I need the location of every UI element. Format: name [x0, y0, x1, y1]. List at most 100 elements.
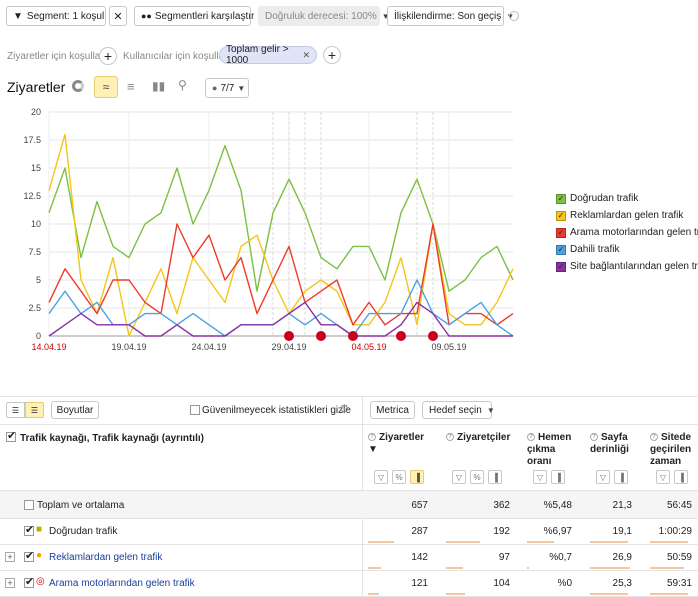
expand-button[interactable]: +	[5, 552, 15, 562]
funnel-icon[interactable]: ▽	[374, 470, 388, 484]
table-cell: %0,7	[549, 552, 572, 563]
legend-checkbox[interactable]: ✓	[556, 261, 566, 272]
column-header[interactable]: ? Sayfa derinliği	[590, 432, 636, 456]
divider	[0, 424, 698, 425]
column-header[interactable]: ? Hemen çıkma oranı	[527, 432, 576, 468]
dimension-checkbox[interactable]	[6, 429, 16, 442]
tree-list-button[interactable]: ☰	[25, 402, 44, 418]
row-label[interactable]: Reklamlardan gelen trafik	[49, 552, 162, 563]
funnel-icon[interactable]: ▽	[596, 470, 610, 484]
table-cell: 50:59	[666, 552, 692, 563]
row-checkbox[interactable]	[24, 549, 34, 562]
gear-icon[interactable]: ⚙	[339, 402, 350, 416]
column-header-label: Ziyaretler ▼	[368, 432, 425, 455]
help-icon[interactable]: ?	[590, 433, 598, 442]
legend-item[interactable]: ✓ Reklamlardan gelen trafik	[556, 210, 683, 221]
table-cell: %5,48	[543, 500, 572, 511]
flat-list-button[interactable]: ☰	[6, 402, 25, 418]
series-line	[48, 144, 514, 292]
legend-checkbox[interactable]: ✓	[556, 227, 566, 238]
x-tick-label: 04.05.19	[351, 342, 386, 352]
legend-item[interactable]: ✓ Doğrudan trafik	[556, 193, 638, 204]
metrics-button[interactable]: Metrica	[370, 401, 415, 419]
percent-icon[interactable]: %	[392, 470, 406, 484]
column-header-label: Ziyaretçiler	[457, 432, 511, 443]
table-cell: 142	[411, 552, 428, 563]
value-bar	[527, 541, 554, 543]
legend-label: Reklamlardan gelen trafik	[570, 210, 684, 221]
legend-label: Doğrudan trafik	[570, 193, 639, 204]
legend-item[interactable]: ✓ Dahili trafik	[556, 244, 619, 255]
holiday-badge	[284, 331, 294, 341]
x-tick-label: 09.05.19	[431, 342, 466, 352]
table-cell: 25,3	[612, 578, 632, 589]
y-tick-label: 7.5	[28, 247, 41, 257]
funnel-icon[interactable]: ▽	[533, 470, 547, 484]
y-tick-label: 0	[36, 331, 41, 341]
help-icon[interactable]: ?	[368, 433, 376, 442]
legend-checkbox[interactable]: ✓	[556, 193, 566, 204]
help-icon[interactable]: ?	[650, 433, 658, 442]
value-bar	[368, 541, 394, 543]
table-cell: %0	[557, 578, 572, 589]
series-line	[48, 133, 514, 337]
column-header[interactable]: ? Sitede geçirilen zaman	[650, 432, 696, 468]
expand-button[interactable]: +	[5, 578, 15, 588]
column-header[interactable]: ? Ziyaretler ▼	[368, 432, 432, 456]
help-icon[interactable]: ?	[446, 433, 454, 442]
dimension-header[interactable]: Trafik kaynağı, Trafik kaynağı (ayrıntıl…	[20, 433, 204, 445]
percent-icon[interactable]: %	[470, 470, 484, 484]
hide-unreliable-label: Güvenilmeyecek istatistikleri gizle	[202, 405, 351, 416]
y-tick-label: 20	[31, 107, 41, 117]
help-icon[interactable]: ?	[527, 433, 535, 442]
bar-chart-icon[interactable]: ▐	[614, 470, 628, 484]
legend-item[interactable]: ✓ Arama motorlarından gelen trafik	[556, 227, 698, 238]
funnel-icon[interactable]: ▽	[452, 470, 466, 484]
row-label: Doğrudan trafik	[49, 526, 118, 537]
hide-unreliable-checkbox[interactable]	[190, 405, 200, 415]
ad-traffic-icon: ●	[36, 550, 43, 561]
value-bar	[590, 567, 630, 569]
row-checkbox[interactable]	[24, 575, 34, 588]
table-cell: 59:31	[666, 578, 692, 589]
value-bar	[650, 567, 684, 569]
legend-item[interactable]: ✓ Site bağlantılarından gelen trafik	[556, 261, 698, 272]
table-cell: 657	[411, 500, 428, 511]
bar-chart-icon[interactable]: ▐	[674, 470, 688, 484]
column-header[interactable]: ? Ziyaretçiler	[446, 432, 514, 444]
holiday-badge	[396, 331, 406, 341]
table-cell: 192	[493, 526, 510, 537]
table-cell: 97	[498, 552, 510, 563]
value-bar	[368, 593, 379, 595]
row-label: Toplam ve ortalama	[37, 500, 125, 511]
line-chart[interactable]: 0 2.5 5 7.5 10 12.5 15 17.5 20 14.04.19 19.04.19 24…	[0, 0, 698, 360]
table-cell: 56:45	[666, 500, 692, 511]
bar-chart-icon[interactable]: ▐	[410, 470, 424, 484]
search-icon: ◎	[36, 576, 45, 587]
table-cell: 19,1	[612, 526, 632, 537]
dimensions-button[interactable]: Boyutlar	[51, 401, 99, 419]
goal-button[interactable]: Hedef seçin ▼	[422, 401, 495, 419]
legend-checkbox[interactable]: ✓	[556, 210, 566, 221]
direct-traffic-icon: ■	[36, 524, 43, 535]
row-label[interactable]: Arama motorlarından gelen trafik	[49, 578, 195, 589]
legend-label: Arama motorlarından gelen trafik	[570, 227, 698, 238]
row-checkbox[interactable]	[24, 523, 34, 536]
legend-checkbox[interactable]: ✓	[556, 244, 566, 255]
bar-chart-icon[interactable]: ▐	[488, 470, 502, 484]
view-toggle-group: ☰ ☰	[6, 402, 44, 418]
table-cell: 121	[411, 578, 428, 589]
value-bar	[527, 567, 529, 569]
bar-chart-icon[interactable]: ▐	[551, 470, 565, 484]
goal-label: Hedef seçin	[429, 404, 482, 416]
series-line	[48, 301, 513, 337]
table-cell: 287	[411, 526, 428, 537]
row-checkbox[interactable]	[24, 500, 34, 510]
legend-label: Dahili trafik	[570, 244, 620, 255]
value-bar	[446, 541, 480, 543]
y-tick-label: 17.5	[23, 135, 41, 145]
value-bar	[368, 567, 381, 569]
value-bar	[650, 593, 688, 595]
funnel-icon[interactable]: ▽	[656, 470, 670, 484]
value-bar	[446, 567, 463, 569]
